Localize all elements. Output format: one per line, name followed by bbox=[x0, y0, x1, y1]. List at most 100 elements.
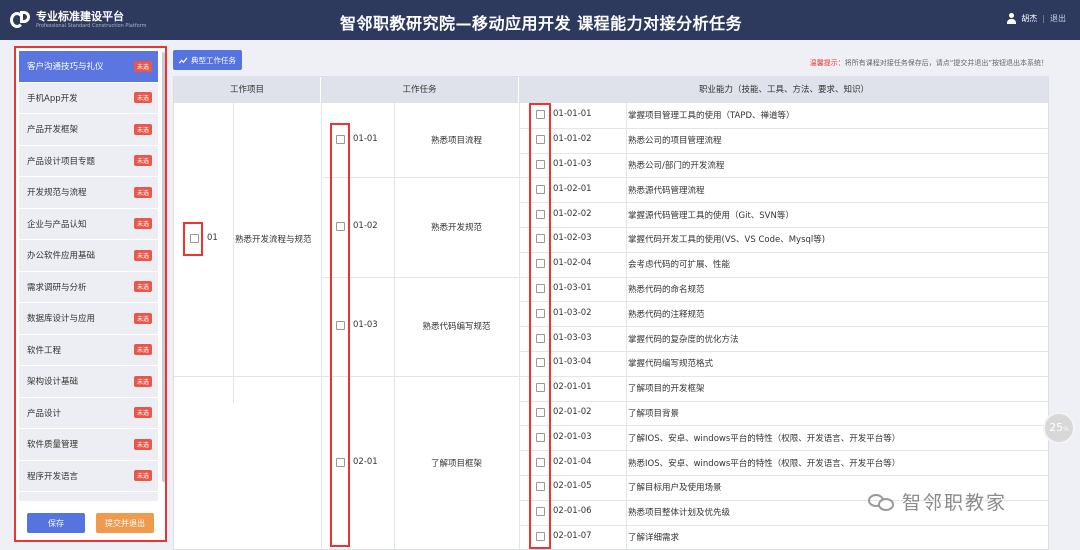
logo-title: 专业标准建设平台 bbox=[36, 9, 124, 23]
sidebar-item[interactable]: 产品设计 未选 bbox=[19, 397, 158, 429]
sidebar-item-label: 软件质量管理 bbox=[27, 440, 79, 451]
row-divider bbox=[519, 251, 1048, 253]
zoom-value: 25 bbox=[1049, 421, 1064, 434]
ability-code: 02-01-01 bbox=[553, 382, 592, 393]
ability-text: 掌握源代码管理工具的使用（Git、SVN等） bbox=[628, 210, 794, 221]
ability-text: 熟悉公司的项目管理流程 bbox=[628, 136, 722, 147]
user-name[interactable]: 胡杰 bbox=[1021, 13, 1037, 24]
page-title: 智邻职教研究院—移动应用开发 课程能力对接分析任务 bbox=[340, 14, 743, 33]
sidebar-item[interactable]: 客户沟通技巧与礼仪 未选 bbox=[19, 51, 158, 83]
sidebar-item[interactable]: 开发规范与流程 未选 bbox=[19, 177, 158, 209]
logo: 专业标准建设平台 Professional Standard Construct… bbox=[10, 9, 170, 31]
header-task: 工作任务 bbox=[321, 77, 519, 103]
status-badge: 未选 bbox=[133, 60, 152, 72]
sidebar-item-label: 程序开发语言 bbox=[27, 471, 79, 482]
sidebar-item[interactable]: 项目测试未选 bbox=[19, 492, 158, 501]
sidebar-item[interactable]: 产品设计项目专题 未选 bbox=[19, 145, 158, 177]
row-divider bbox=[519, 326, 1048, 328]
sidebar-item[interactable]: 数据库设计与应用 未选 bbox=[19, 303, 158, 335]
logo-subtitle: Professional Standard Construction Platf… bbox=[36, 22, 147, 29]
typical-task-button[interactable]: 典型工作任务 bbox=[173, 50, 242, 70]
ability-code: 01-01-03 bbox=[553, 159, 592, 169]
sidebar-item[interactable]: 软件工程 未选 bbox=[19, 334, 158, 366]
status-badge: 未选 bbox=[133, 186, 152, 198]
sidebar-item-label: 企业与产品认知 bbox=[27, 219, 87, 230]
task-code: 01-02 bbox=[353, 221, 378, 231]
status-badge: 未选 bbox=[133, 92, 152, 104]
ability-text: 熟悉源代码管理流程 bbox=[628, 185, 705, 196]
ability-text: 熟悉公司/部门的开发流程 bbox=[628, 161, 725, 171]
user-icon bbox=[1006, 13, 1017, 24]
sidebar-item[interactable]: 架构设计基础 未选 bbox=[19, 366, 158, 398]
ability-code: 02-01-05 bbox=[553, 481, 592, 492]
row-divider bbox=[519, 202, 1048, 204]
row-divider bbox=[519, 351, 1048, 352]
task-name: 熟悉代码编写规范 bbox=[422, 322, 491, 333]
row-divider bbox=[519, 177, 1048, 179]
task-name: 了解项目框架 bbox=[430, 458, 482, 469]
course-list[interactable]: 客户沟通技巧与礼仪 未选 手机App开发 未选 产品开发框架 未选 产品设计项目专题 未选 开发… bbox=[19, 51, 158, 501]
tip-text: 温馨提示：将所有课程对接任务保存后，请点“提交并退出”按钮退出本系统！ bbox=[810, 58, 1048, 68]
column-divider bbox=[233, 103, 234, 403]
ability-code: 01-01-02 bbox=[553, 134, 592, 145]
sidebar-item[interactable]: 程序开发语言 未选 bbox=[19, 460, 158, 492]
sidebar-item-label: 架构设计基础 bbox=[27, 377, 79, 388]
sidebar-item-label: 产品设计项目专题 bbox=[27, 156, 96, 167]
sidebar-item[interactable]: 办公软件应用基础 未选 bbox=[19, 240, 158, 272]
submit-exit-button[interactable]: 提交并退出 bbox=[96, 513, 154, 533]
top-header: 专业标准建设平台 Professional Standard Construct… bbox=[0, 0, 1080, 40]
status-badge: 未选 bbox=[133, 249, 152, 261]
logout-link[interactable]: 退出 bbox=[1050, 13, 1066, 24]
ability-checkbox-highlight bbox=[529, 103, 551, 549]
sidebar-item[interactable]: 企业与产品认知 未选 bbox=[19, 208, 158, 240]
course-sidebar: 客户沟通技巧与礼仪 未选 手机App开发 未选 产品开发框架 未选 产品设计项目专题 未选 开发… bbox=[14, 46, 167, 542]
sidebar-actions: 保存 提交并退出 bbox=[16, 513, 165, 533]
logo-icon bbox=[10, 9, 32, 31]
ability-code: 01-01-01 bbox=[553, 109, 592, 120]
main-content: 典型工作任务 温馨提示：将所有课程对接任务保存后，请点“提交并退出”按钮退出本系… bbox=[173, 46, 1058, 550]
table-header: 工作项目 工作任务 职业能力（技能、工具、方法、要求、知识） bbox=[174, 77, 1048, 103]
sidebar-item[interactable]: 手机App开发 未选 bbox=[19, 82, 158, 114]
sidebar-item[interactable]: 产品开发框架 未选 bbox=[19, 114, 158, 146]
watermark-text: 智邻职教家 bbox=[902, 492, 1008, 514]
row-divider bbox=[519, 152, 1048, 154]
ability-code: 02-01-03 bbox=[553, 431, 592, 442]
sidebar-item[interactable]: 需求调研与分析 未选 bbox=[19, 271, 158, 303]
ability-code: 02-01-02 bbox=[553, 407, 592, 417]
sidebar-item-label: 客户沟通技巧与礼仪 bbox=[27, 62, 104, 73]
sidebar-item-label: 需求调研与分析 bbox=[27, 282, 87, 293]
ability-text: 掌握项目管理工具的使用（TAPD、禅道等） bbox=[628, 111, 795, 122]
ability-code: 02-01-07 bbox=[553, 531, 592, 541]
project-name: 熟悉开发流程与规范 bbox=[235, 235, 312, 246]
typical-task-label: 典型工作任务 bbox=[191, 55, 236, 65]
project-checkbox-highlight bbox=[183, 222, 203, 257]
sidebar-item[interactable]: 软件质量管理 未选 bbox=[19, 429, 158, 461]
task-code: 02-01 bbox=[353, 456, 378, 467]
chart-icon bbox=[179, 56, 188, 64]
zoom-unit: % bbox=[1063, 426, 1069, 433]
tip-label: 温馨提示： bbox=[809, 59, 845, 67]
ability-text: 熟悉IOS、安卓、windows平台的特性（权限、开发语言、开发平台等） bbox=[628, 458, 901, 469]
status-badge: 未选 bbox=[133, 218, 152, 230]
ability-text: 了解目标用户及使用场景 bbox=[628, 483, 722, 494]
task-code: 01-01 bbox=[353, 134, 378, 145]
ability-code: 01-03-02 bbox=[553, 307, 592, 318]
row-divider bbox=[519, 475, 1048, 476]
ability-text: 了解项目背景 bbox=[628, 409, 680, 419]
row-divider bbox=[519, 127, 1048, 129]
ability-text: 熟悉代码的注释规范 bbox=[628, 309, 705, 320]
row-divider bbox=[519, 276, 1048, 278]
row-divider bbox=[519, 375, 1048, 377]
task-checkbox-highlight bbox=[330, 123, 350, 547]
ability-text: 掌握代码的复杂度的优化方法 bbox=[628, 334, 739, 345]
sidebar-scrollbar[interactable] bbox=[162, 52, 165, 482]
save-button[interactable]: 保存 bbox=[27, 513, 85, 533]
project-code: 01 bbox=[207, 233, 218, 244]
sidebar-item-label: 手机App开发 bbox=[27, 93, 78, 104]
ability-text: 熟悉项目整体计划及优先级 bbox=[628, 508, 731, 519]
status-badge: 未选 bbox=[133, 123, 152, 135]
zoom-indicator[interactable]: 25% bbox=[1043, 412, 1075, 444]
ability-text: 熟悉代码的命名规范 bbox=[628, 285, 705, 295]
task-code: 01-03 bbox=[353, 320, 378, 331]
ability-text: 会考虑代码的可扩展、性能 bbox=[628, 260, 731, 271]
